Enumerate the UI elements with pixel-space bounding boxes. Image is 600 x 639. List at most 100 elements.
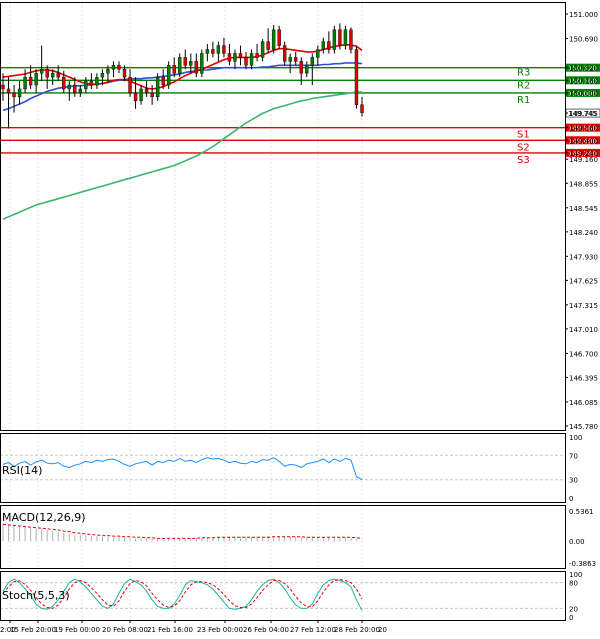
candle-body <box>28 76 33 86</box>
macd-tick-label: 0.00 <box>569 538 585 546</box>
time-tick-label: 19 Feb 00:00 <box>54 626 100 634</box>
price-tick-label: 146.085 <box>569 399 598 407</box>
candle-body <box>338 29 342 46</box>
candle-body <box>238 53 243 58</box>
candle-body <box>305 65 309 74</box>
candle-body <box>294 57 298 62</box>
candle-body <box>100 72 105 78</box>
rsi-tick-label: 0 <box>569 495 573 503</box>
candle-body <box>299 61 303 74</box>
candle-body <box>327 41 331 50</box>
price-tick-label: 148.855 <box>569 180 598 188</box>
price-tick-label: 149.560 <box>569 125 598 133</box>
candle-body <box>78 88 83 94</box>
candle-body <box>155 76 160 98</box>
candle-body <box>39 69 44 74</box>
candle-body <box>244 57 248 66</box>
candle-body <box>288 57 292 62</box>
candle-body <box>150 92 154 98</box>
candle-body <box>111 65 116 70</box>
candle-body <box>183 57 187 66</box>
price-tick-label: 147.625 <box>569 277 598 285</box>
price-tick-label: 147.010 <box>569 326 598 334</box>
time-tick-label: 27 Feb 12:00 <box>290 626 336 634</box>
candle-body <box>249 53 254 66</box>
candle-body <box>321 41 326 50</box>
price-tick-label: 146.700 <box>569 350 598 358</box>
candle-body <box>211 49 215 54</box>
candle-body <box>122 69 127 78</box>
candle-body <box>62 76 66 90</box>
candle-body <box>67 84 71 90</box>
candle-body <box>349 29 353 50</box>
time-tick-label: 23 Feb 00:00 <box>197 626 243 634</box>
candle-body <box>316 49 320 58</box>
candle-body <box>51 72 55 78</box>
candle-body <box>106 69 110 74</box>
stoch-tick-label: 100 <box>569 571 582 579</box>
candle-body <box>166 65 171 86</box>
candle-body <box>216 45 221 54</box>
level-label-s3: S3 <box>517 155 530 166</box>
candle-body <box>310 57 314 66</box>
level-label-s2: S2 <box>517 142 530 153</box>
candle-body <box>266 41 270 50</box>
rsi-tick-label: 30 <box>569 477 578 485</box>
candle-body <box>12 92 16 98</box>
candle-body <box>189 61 193 66</box>
candle-body <box>139 88 143 102</box>
stoch-tick-label: 80 <box>569 580 578 588</box>
candle-body <box>73 84 77 94</box>
price-tick-label: 149.400 <box>569 137 598 145</box>
trading-chart: R3 150.320 R2 150.160 R1 150.000 S1 149.560 S2 14… <box>0 0 600 635</box>
price-tick-label: 151.000 <box>569 11 598 19</box>
candle-body <box>23 76 27 90</box>
macd-tick-label: -0.3863 <box>569 560 596 568</box>
candle-body <box>255 53 259 58</box>
level-label-r1: R1 <box>517 95 530 106</box>
macd-tick-label: 0.5361 <box>569 508 594 516</box>
macd-label: MACD(12,26,9) <box>2 511 86 524</box>
candle-body <box>233 53 237 62</box>
candle-body <box>172 65 176 74</box>
stoch-tick-label: 20 <box>569 605 578 613</box>
price-tick-label: 150.000 <box>569 90 598 98</box>
price-tick-label: 145.780 <box>569 423 598 431</box>
candle-body <box>128 76 132 94</box>
candle-body <box>117 65 121 70</box>
chart-background <box>0 0 600 635</box>
price-tick-label: 150.690 <box>569 35 598 43</box>
candle-body <box>6 88 11 94</box>
stoch-tick-label: 0 <box>569 614 573 622</box>
candle-body <box>200 53 204 74</box>
price-tick-label: 149.745 <box>569 110 598 118</box>
time-tick-label: 15 Feb 20:00 <box>10 626 56 634</box>
candle-body <box>194 61 199 74</box>
time-tick-label: 20 Feb 08:00 <box>102 626 148 634</box>
price-tick-label: 146.395 <box>569 374 598 382</box>
candle-body <box>45 69 49 78</box>
rsi-tick-label: 100 <box>569 434 582 442</box>
candle-body <box>271 29 276 50</box>
candle-body <box>227 53 232 62</box>
candle-body <box>95 76 99 86</box>
price-tick-label: 147.315 <box>569 302 598 310</box>
candle-body <box>222 45 226 54</box>
level-label-r3: R3 <box>517 68 530 79</box>
candle-body <box>260 41 265 58</box>
price-tick-label: 148.240 <box>569 229 598 237</box>
price-tick-label: 149.160 <box>569 156 598 164</box>
price-tick-label: 148.545 <box>569 205 598 213</box>
candle-body <box>277 29 281 46</box>
price-tick-label: 147.930 <box>569 253 598 261</box>
time-tick-label: 20 <box>378 626 387 634</box>
rsi-label: RSI(14) <box>2 464 42 477</box>
time-tick-label: 21 Feb 16:00 <box>147 626 193 634</box>
candle-body <box>343 29 348 46</box>
chart-root: R3 150.320 R2 150.160 R1 150.000 S1 149.560 S2 14… <box>0 0 600 635</box>
candle-body <box>161 76 165 86</box>
candle-body <box>89 80 94 86</box>
price-tick-label: 150.160 <box>569 77 598 85</box>
price-tick-label: 150.320 <box>569 65 598 73</box>
candle-body <box>354 49 359 105</box>
